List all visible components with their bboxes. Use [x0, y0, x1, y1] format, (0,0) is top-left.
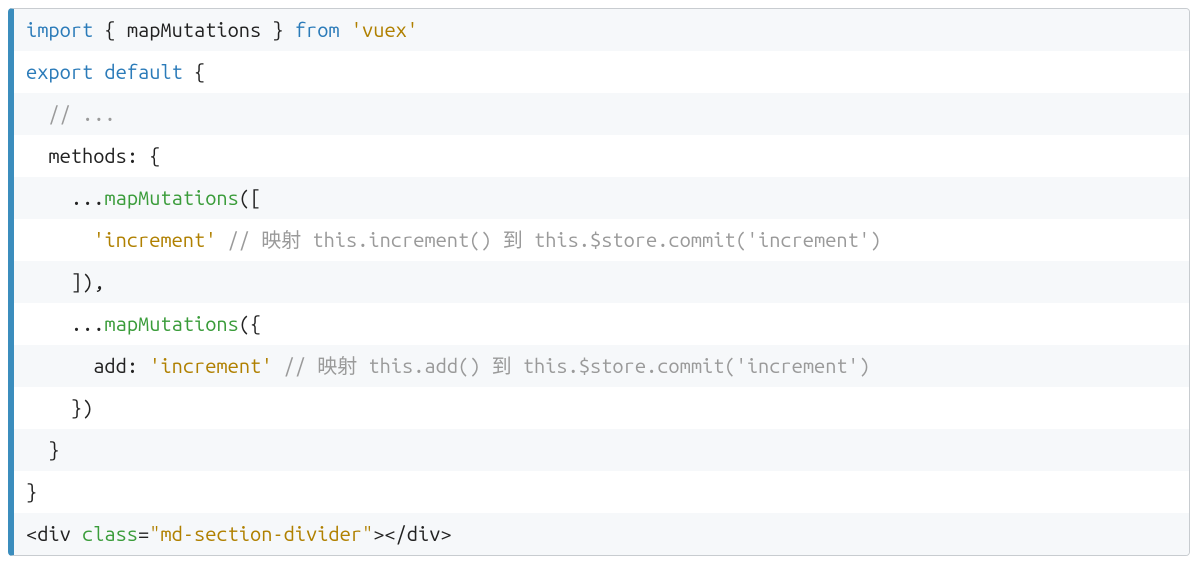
- code-block: import { mapMutations } from 'vuex' expo…: [8, 8, 1190, 556]
- space: [183, 60, 194, 83]
- code-line: ...mapMutations([: [14, 177, 1189, 219]
- code-line: // ...: [14, 93, 1189, 135]
- code-line: }: [14, 471, 1189, 513]
- brace: }: [261, 18, 295, 41]
- property-key: add: [93, 354, 127, 377]
- code-line: export default {: [14, 51, 1189, 93]
- code-line: ...mapMutations({: [14, 303, 1189, 345]
- indent: [26, 312, 71, 335]
- identifier: mapMutations: [127, 18, 261, 41]
- function-name: mapMutations: [104, 312, 238, 335]
- equals: =: [138, 522, 149, 545]
- comment: // ...: [48, 102, 115, 125]
- html-attr-name: class: [82, 522, 138, 545]
- brace: {: [149, 144, 160, 167]
- brace: }: [48, 438, 59, 461]
- indent: [26, 228, 93, 251]
- comment: // 映射 this.increment() 到 this.$store.com…: [228, 228, 882, 251]
- indent: [26, 438, 48, 461]
- code-line: ]),: [14, 261, 1189, 303]
- indent: [26, 144, 48, 167]
- keyword-default: default: [104, 60, 182, 83]
- indent: [26, 354, 93, 377]
- paren-close: ]),: [71, 270, 105, 293]
- keyword-from: from: [295, 18, 340, 41]
- html-attr-value: "md-section-divider": [149, 522, 373, 545]
- string-literal: 'vuex': [351, 18, 418, 41]
- code-line: import { mapMutations } from 'vuex': [14, 9, 1189, 51]
- code-line: <div class="md-section-divider"></div>: [14, 513, 1189, 555]
- html-tag-close: ></div>: [373, 522, 451, 545]
- paren-open: ([: [239, 186, 261, 209]
- brace: }: [26, 480, 37, 503]
- indent: [26, 186, 71, 209]
- code-line: }: [14, 429, 1189, 471]
- space: [272, 354, 283, 377]
- code-line: }): [14, 387, 1189, 429]
- brace: {: [93, 18, 127, 41]
- space: [93, 60, 104, 83]
- property-name: methods: [48, 144, 126, 167]
- colon: :: [127, 354, 149, 377]
- code-line: methods: {: [14, 135, 1189, 177]
- indent: [26, 396, 71, 419]
- colon: :: [127, 144, 149, 167]
- indent: [26, 270, 71, 293]
- comment: // 映射 this.add() 到 this.$store.commit('i…: [284, 354, 870, 377]
- string-literal: 'increment': [149, 354, 272, 377]
- paren-open: ({: [239, 312, 261, 335]
- code-line: 'increment' // 映射 this.increment() 到 thi…: [14, 219, 1189, 261]
- space: [216, 228, 227, 251]
- keyword-export: export: [26, 60, 93, 83]
- html-tag-open: <div: [26, 522, 82, 545]
- spread-operator: ...: [71, 312, 105, 335]
- code-line: add: 'increment' // 映射 this.add() 到 this…: [14, 345, 1189, 387]
- string-literal: 'increment': [93, 228, 216, 251]
- function-name: mapMutations: [104, 186, 238, 209]
- paren-close: }): [71, 396, 93, 419]
- keyword-import: import: [26, 18, 93, 41]
- indent: [26, 102, 48, 125]
- space: [340, 18, 351, 41]
- spread-operator: ...: [71, 186, 105, 209]
- brace: {: [194, 60, 205, 83]
